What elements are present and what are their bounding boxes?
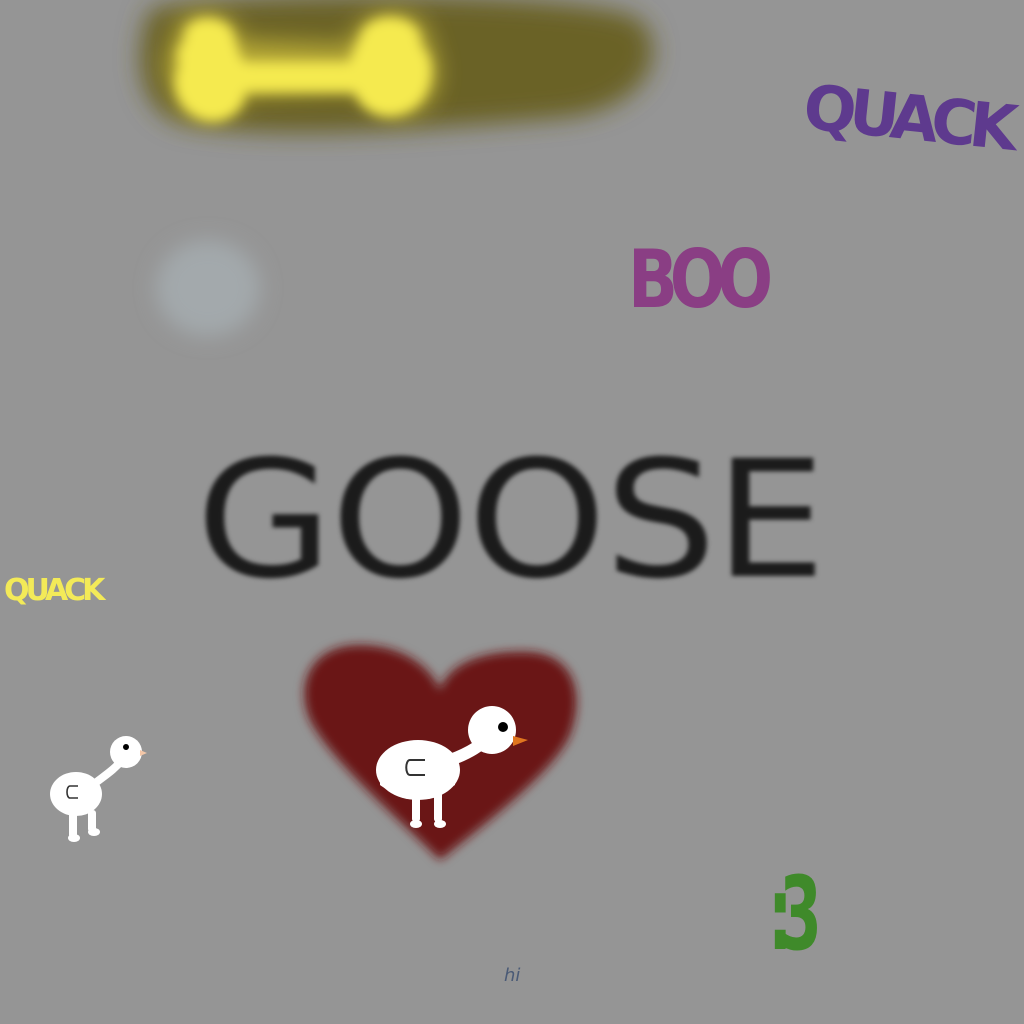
- goose-icon: [50, 736, 147, 842]
- quack-text-top: QUACK: [800, 70, 1015, 165]
- blob-icon: [156, 240, 260, 336]
- small-goose: [50, 736, 147, 842]
- bone-glow: [165, 13, 438, 119]
- goose-text: GOOSE: [196, 426, 826, 615]
- boo-text: BOO: [628, 233, 773, 326]
- olive-blob: [140, 0, 653, 133]
- goose-in-heart: [376, 706, 528, 828]
- heart-icon: [304, 645, 577, 860]
- hi-text: hi: [504, 965, 521, 986]
- goose-icon: [376, 706, 528, 828]
- quack-text-left: QUACK: [4, 573, 105, 608]
- bone-icon: [175, 17, 431, 121]
- smiley-text: :3: [768, 855, 822, 974]
